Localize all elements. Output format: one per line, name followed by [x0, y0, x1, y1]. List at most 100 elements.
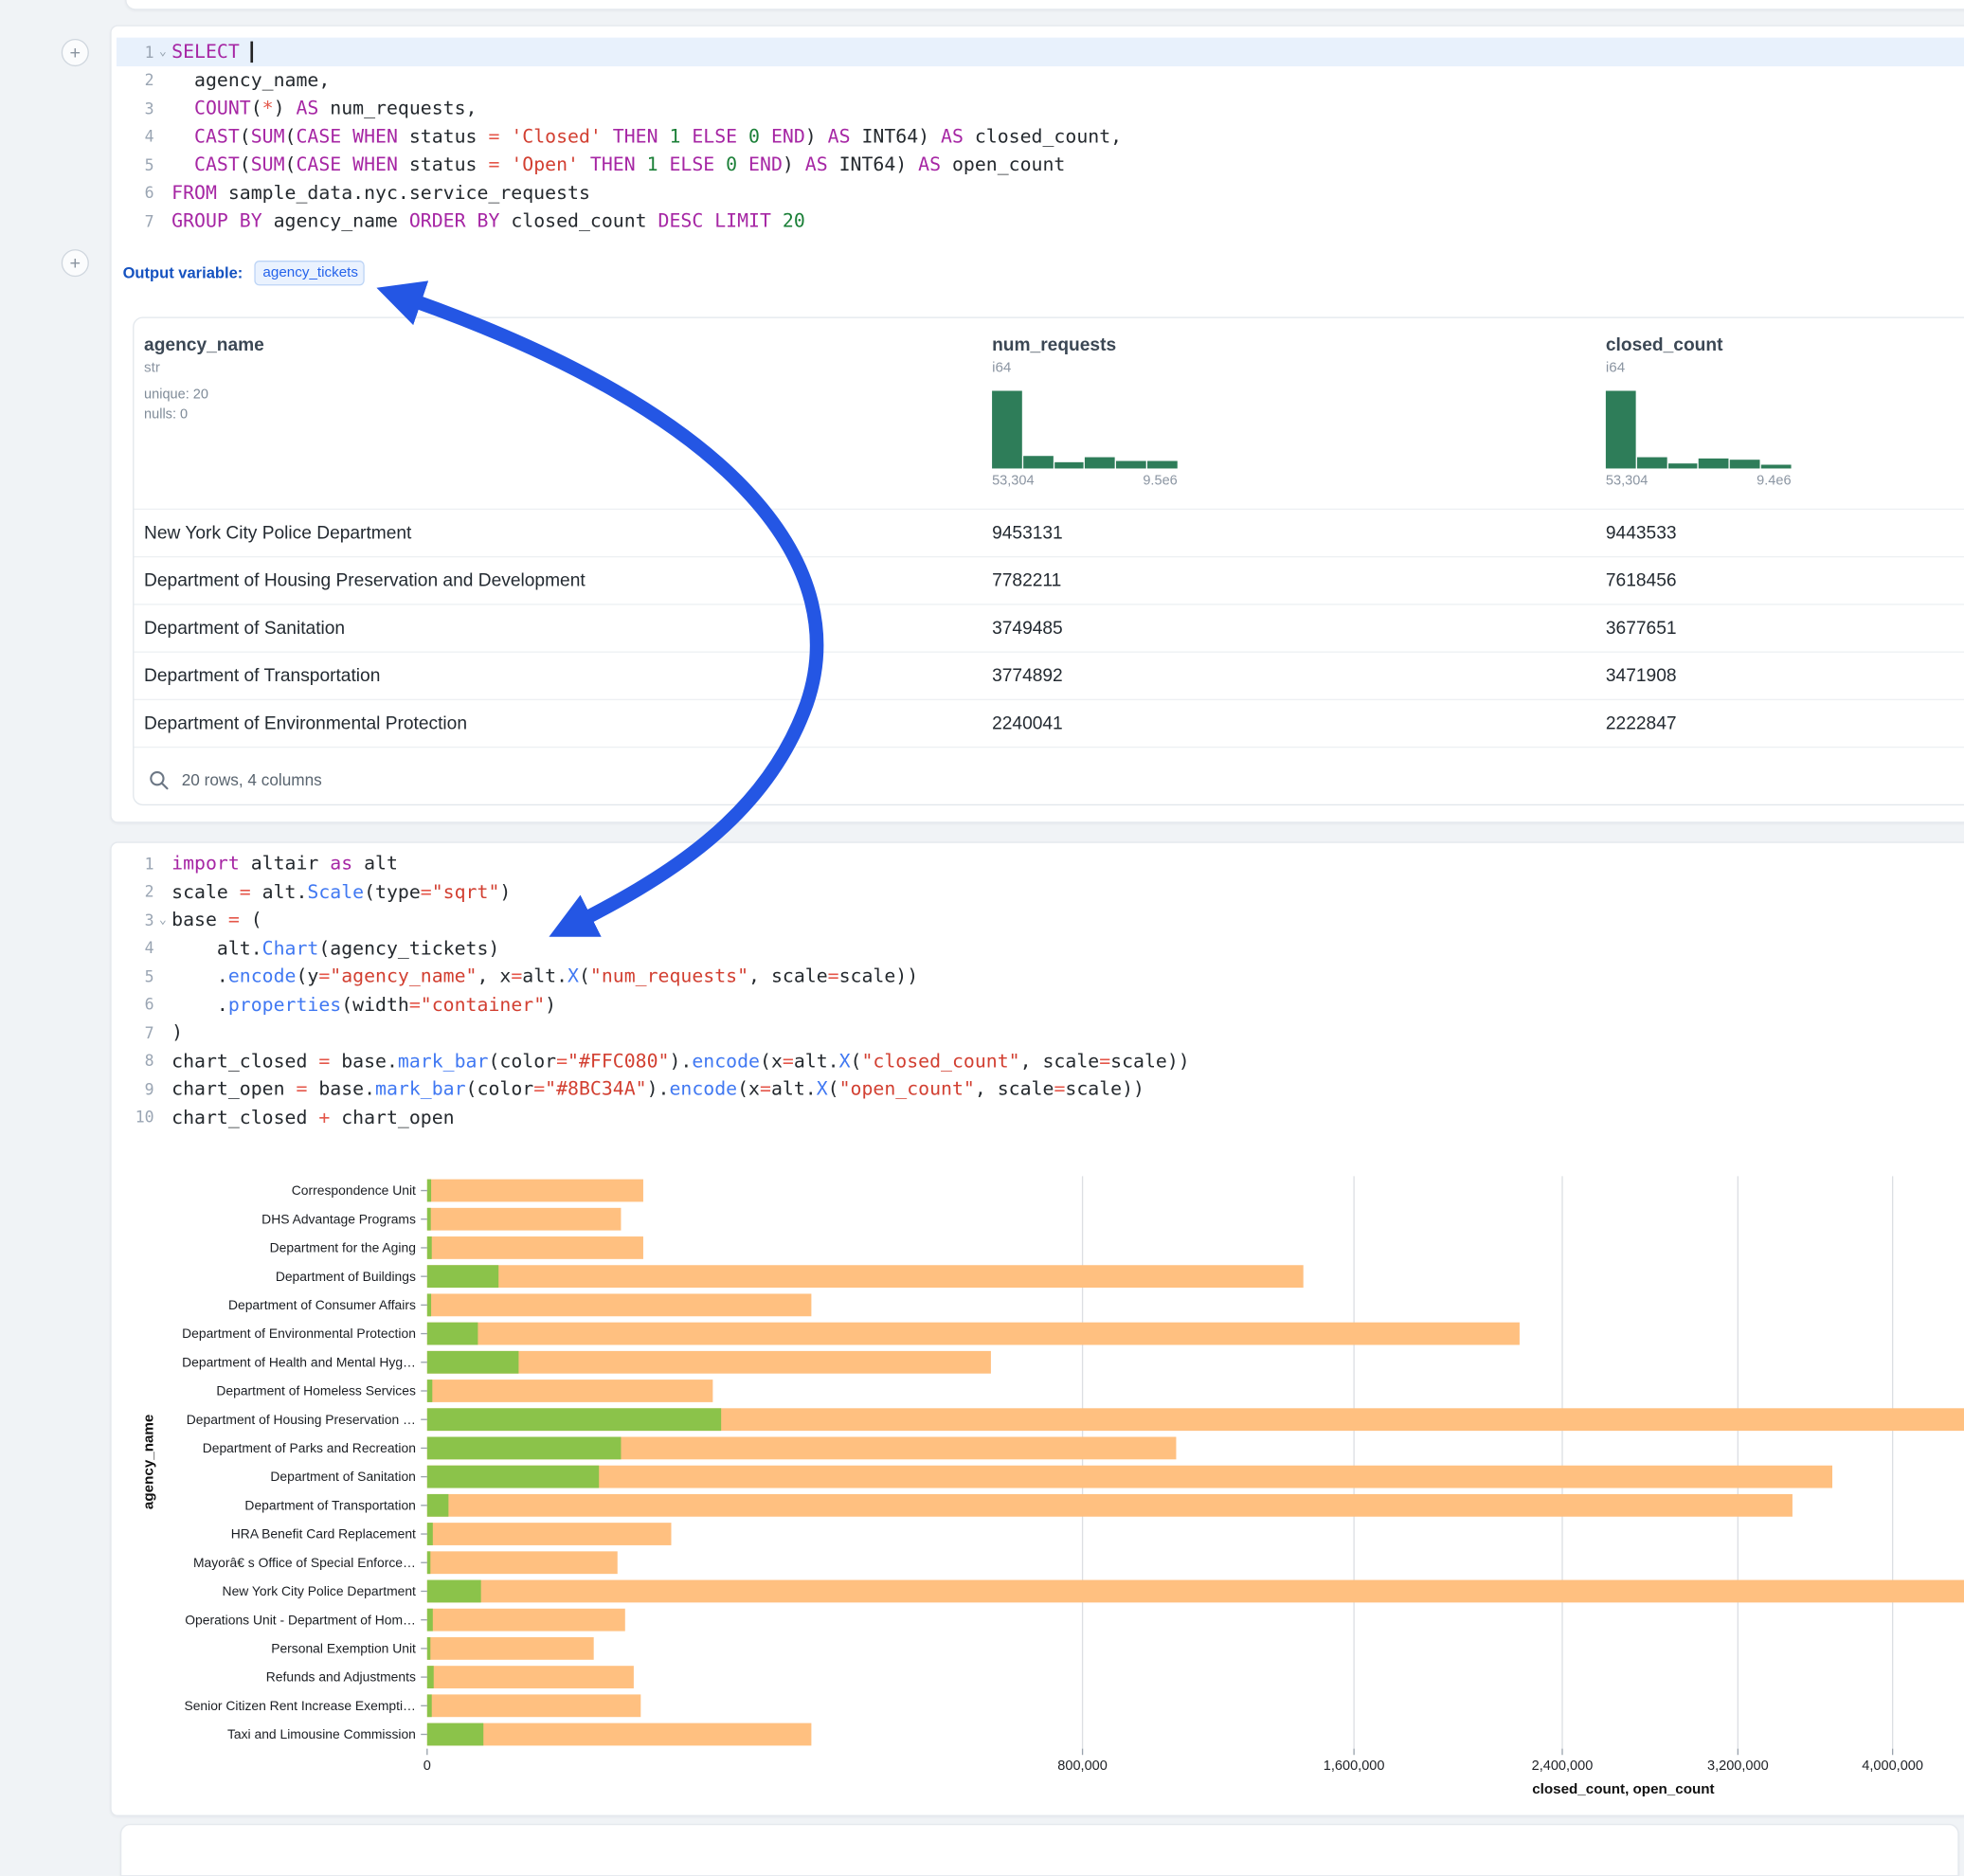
- code-line[interactable]: 3⌄base = (: [117, 906, 1964, 934]
- code-line[interactable]: 5 .encode(y="agency_name", x=alt.X("num_…: [117, 962, 1964, 990]
- bar-open_count: [427, 1694, 432, 1717]
- y-axis-label: Personal Exemption Unit: [271, 1641, 416, 1656]
- code-text: CAST(SUM(CASE WHEN status = 'Open' THEN …: [171, 153, 1065, 176]
- y-axis-label: Taxi and Limousine Commission: [227, 1726, 416, 1741]
- x-axis-label: 2,400,000: [1532, 1759, 1594, 1774]
- text-cursor: [251, 42, 253, 63]
- code-line[interactable]: 10chart_closed + chart_open: [117, 1103, 1964, 1131]
- y-axis-label: Refunds and Adjustments: [266, 1669, 416, 1685]
- code-line[interactable]: 4 alt.Chart(agency_tickets): [117, 934, 1964, 963]
- bar-closed_count: [427, 1265, 1304, 1288]
- column-histogram: [992, 390, 1178, 468]
- fold-chevron-icon[interactable]: ⌄: [154, 45, 172, 59]
- bar-open_count: [427, 1551, 430, 1574]
- column-unique-count: unique: 20: [144, 388, 264, 403]
- y-axis-label: Senior Citizen Rent Increase Exempti…: [184, 1698, 415, 1713]
- line-number: 10: [117, 1108, 154, 1127]
- bar-open_count: [427, 1236, 432, 1259]
- x-axis-label: 800,000: [1057, 1759, 1108, 1774]
- bar-open_count: [427, 1323, 478, 1345]
- next-cell-edge: [120, 1824, 1959, 1876]
- y-axis-label: HRA Benefit Card Replacement: [231, 1526, 416, 1542]
- hist-bar: [1637, 457, 1667, 468]
- line-number: 7: [117, 211, 154, 230]
- bar-open_count: [427, 1523, 433, 1545]
- y-axis-title: agency_name: [140, 1415, 156, 1509]
- y-axis-label: Operations Unit - Department of Hom…: [185, 1612, 416, 1627]
- code-text: alt.Chart(agency_tickets): [171, 937, 499, 960]
- bar-closed_count: [427, 1380, 713, 1402]
- table-cell: 7618456: [1606, 570, 1677, 590]
- column-dtype: str: [144, 361, 264, 376]
- add-cell-button[interactable]: +: [62, 249, 89, 277]
- table-cell: 3749485: [992, 618, 1063, 638]
- y-axis-label: Correspondence Unit: [292, 1182, 416, 1198]
- results-table: agency_name str unique: 20 nulls: 0 num_…: [133, 316, 1964, 805]
- y-axis-label: New York City Police Department: [223, 1583, 417, 1598]
- line-number: 6: [117, 183, 154, 202]
- histogram-max: 9.5e6: [1143, 474, 1177, 489]
- bar-open_count: [427, 1293, 431, 1316]
- y-axis-label: Department of Environmental Protection: [182, 1326, 416, 1341]
- table-row: Department of Transportation 3774892 34719…: [134, 651, 1964, 698]
- bar-closed_count: [427, 1723, 812, 1746]
- code-text: FROM sample_data.nyc.service_requests: [171, 181, 590, 204]
- sql-cell: 1⌄SELECT 2 agency_name,3 COUNT(*) AS num…: [110, 25, 1964, 822]
- x-axis-title: closed_count, open_count: [1532, 1781, 1714, 1797]
- code-line[interactable]: 6 FROM sample_data.nyc.service_requests: [117, 178, 1964, 207]
- y-axis-label: Department of Parks and Recreation: [203, 1440, 416, 1455]
- sql-editor[interactable]: 1⌄SELECT 2 agency_name,3 COUNT(*) AS num…: [117, 38, 1964, 235]
- code-line[interactable]: 6 .properties(width="container"): [117, 990, 1964, 1019]
- line-number: 1: [117, 43, 154, 62]
- table-cell: 2222847: [1606, 713, 1677, 733]
- column-dtype: i64: [1606, 361, 1792, 376]
- add-cell-button[interactable]: +: [62, 39, 89, 66]
- code-text: GROUP BY agency_name ORDER BY closed_cou…: [171, 209, 805, 232]
- y-axis-label: DHS Advantage Programs: [261, 1211, 416, 1226]
- column-histogram: [1606, 390, 1792, 468]
- code-line[interactable]: 1⌄SELECT: [117, 38, 1964, 66]
- code-text: chart_open = base.mark_bar(color="#8BC34…: [171, 1077, 1144, 1100]
- code-line[interactable]: 9chart_open = base.mark_bar(color="#8BC3…: [117, 1074, 1964, 1103]
- line-number: 3: [117, 99, 154, 117]
- x-axis-label: 1,600,000: [1324, 1759, 1385, 1774]
- hist-bar: [1116, 460, 1146, 468]
- table-body: New York City Police Department945313194…: [134, 509, 1964, 747]
- code-line[interactable]: 3 COUNT(*) AS num_requests,: [117, 94, 1964, 122]
- code-line[interactable]: 2scale = alt.Scale(type="sqrt"): [117, 877, 1964, 906]
- column-header-agency-name[interactable]: agency_name str unique: 20 nulls: 0: [144, 335, 264, 422]
- bar-open_count: [427, 1494, 449, 1517]
- bar-open_count: [427, 1380, 432, 1402]
- search-icon[interactable]: [149, 769, 169, 789]
- table-cell: 3471908: [1606, 666, 1677, 686]
- output-variable-label: Output variable:: [123, 264, 243, 282]
- code-line[interactable]: 7 GROUP BY agency_name ORDER BY closed_co…: [117, 207, 1964, 235]
- python-editor[interactable]: 1import altair as alt2scale = alt.Scale(…: [117, 849, 1964, 1130]
- table-row: Department of Housing Preservation and D…: [134, 556, 1964, 604]
- table-cell: 3774892: [992, 666, 1063, 686]
- hist-bar: [1606, 390, 1636, 468]
- y-axis-label: Department of Housing Preservation …: [187, 1412, 416, 1427]
- table-cell: Department of Transportation: [144, 666, 380, 686]
- code-line[interactable]: 7): [117, 1019, 1964, 1047]
- code-line[interactable]: 2 agency_name,: [117, 65, 1964, 94]
- output-variable-pill[interactable]: agency_tickets: [254, 261, 364, 285]
- histogram-range: 53,304 9.5e6: [992, 474, 1178, 489]
- y-axis-label: Mayorâ€ s Office of Special Enforce…: [193, 1555, 416, 1570]
- code-line[interactable]: 8chart_closed = base.mark_bar(color="#FF…: [117, 1047, 1964, 1075]
- histogram-min: 53,304: [1606, 474, 1648, 489]
- code-line[interactable]: 4 CAST(SUM(CASE WHEN status = 'Closed' T…: [117, 122, 1964, 151]
- code-line[interactable]: 1import altair as alt: [117, 849, 1964, 877]
- hist-bar: [992, 390, 1022, 468]
- bar-open_count: [427, 1637, 430, 1660]
- code-text: SELECT: [171, 41, 253, 63]
- notebook-canvas: + + 1⌄SELECT 2 agency_name,3 COUNT(*) AS…: [0, 0, 1964, 1841]
- code-text: chart_closed = base.mark_bar(color="#FFC…: [171, 1050, 1190, 1073]
- column-header-closed-count[interactable]: closed_count i64 53,304 9.4e6: [1606, 335, 1792, 488]
- bar-open_count: [427, 1723, 483, 1746]
- column-header-num-requests[interactable]: num_requests i64 53,304 9.5e6: [992, 335, 1178, 488]
- hist-bar: [1761, 464, 1792, 468]
- code-line[interactable]: 5 CAST(SUM(CASE WHEN status = 'Open' THE…: [117, 151, 1964, 179]
- output-variable-row: Output variable: agency_tickets: [123, 257, 365, 289]
- fold-chevron-icon[interactable]: ⌄: [154, 912, 172, 927]
